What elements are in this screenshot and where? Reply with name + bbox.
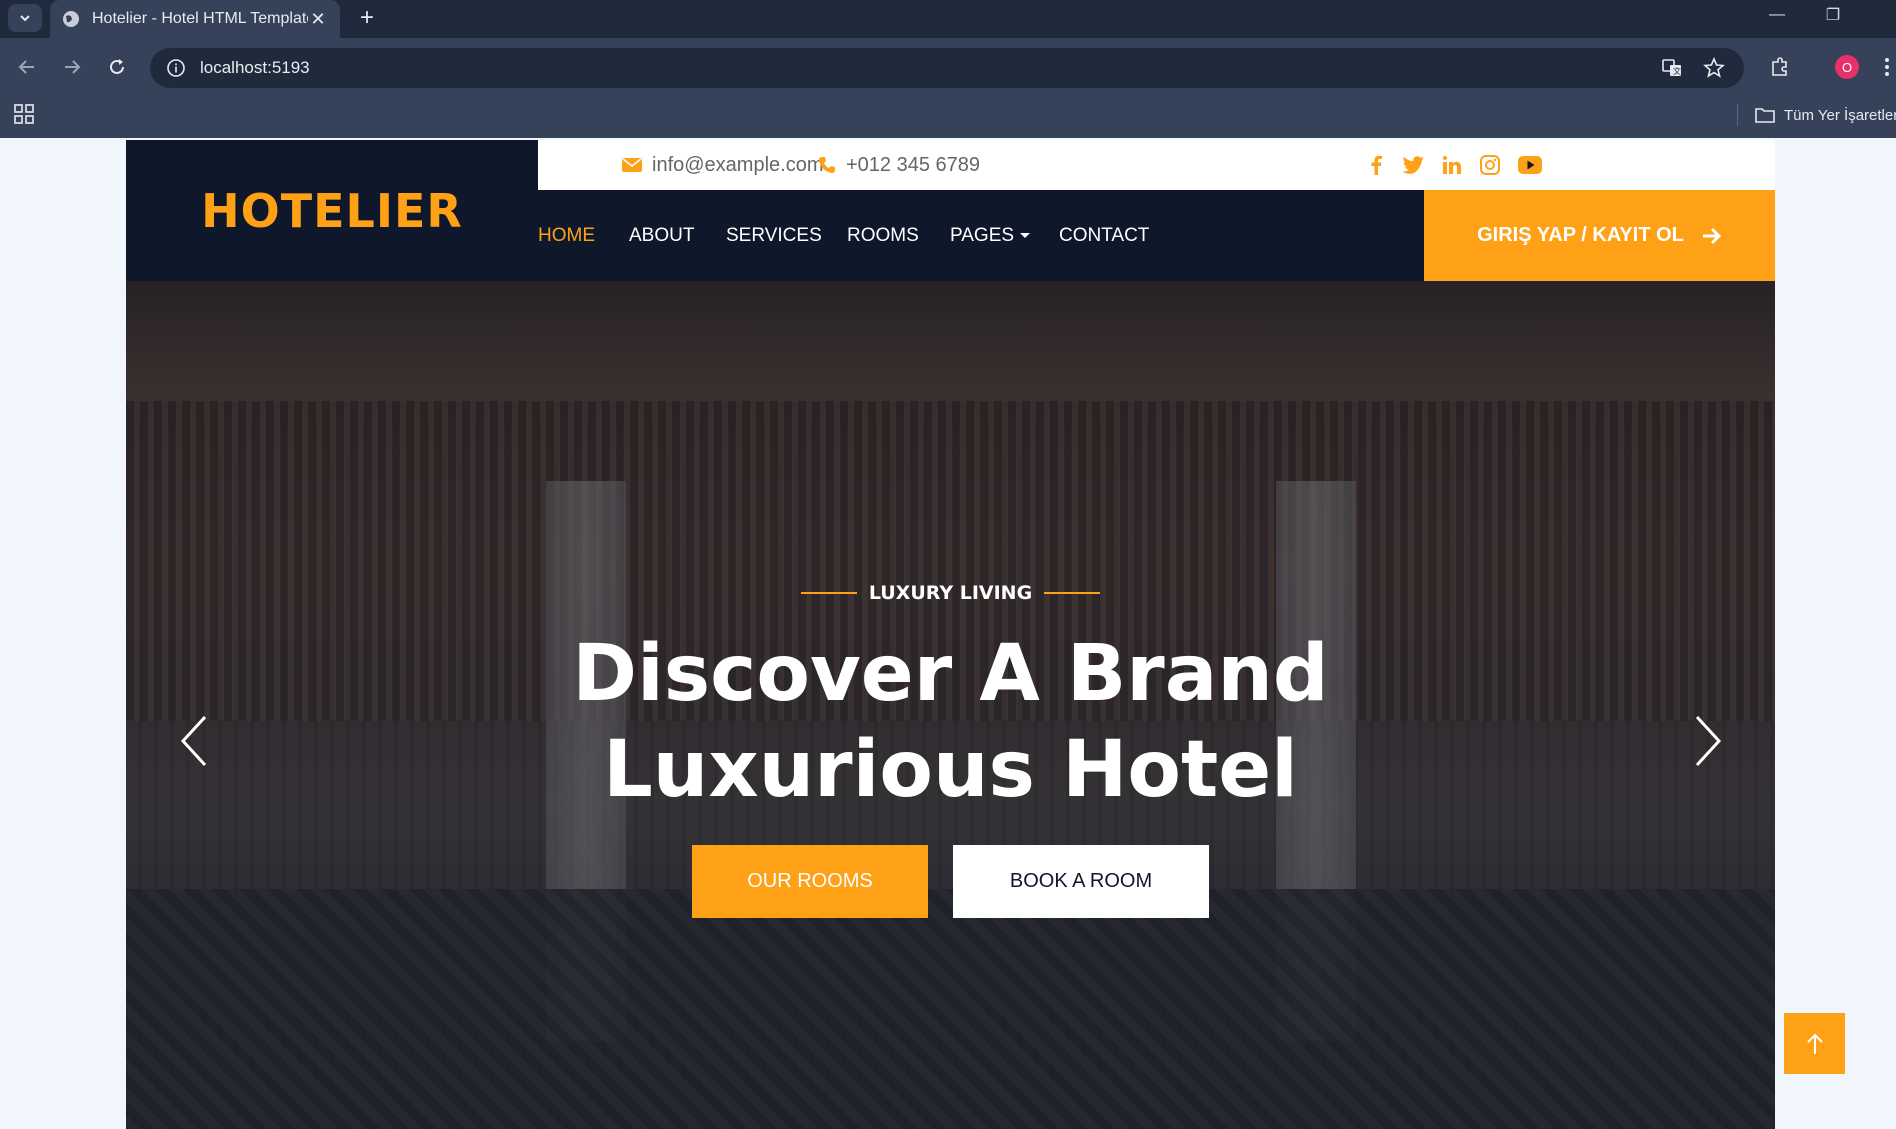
- login-register-label: GIRIŞ YAP / KAYIT OL: [1477, 224, 1684, 246]
- forward-button[interactable]: [55, 50, 89, 84]
- hero-kicker: Luxury Living: [126, 582, 1775, 604]
- phone-text: +012 345 6789: [846, 153, 981, 176]
- folder-icon: [1755, 108, 1775, 123]
- envelope-icon: [622, 158, 642, 172]
- twitter-icon[interactable]: [1401, 153, 1425, 177]
- bookmarks-separator: [1737, 104, 1738, 126]
- phone-icon: [819, 157, 835, 173]
- nav-pages-label: Pages: [950, 224, 1015, 246]
- linkedin-icon[interactable]: [1440, 153, 1464, 177]
- globe-icon: [63, 11, 79, 27]
- back-button[interactable]: [10, 50, 44, 84]
- logo-area: HOTELIER: [126, 140, 538, 281]
- carousel-next-button[interactable]: [1686, 711, 1730, 771]
- profile-avatar[interactable]: O: [1835, 55, 1859, 79]
- tab-search-button[interactable]: [8, 4, 42, 32]
- close-tab-icon[interactable]: ✕: [308, 9, 328, 30]
- svg-text:文: 文: [1673, 66, 1681, 76]
- arrow-up-icon: [1806, 1033, 1823, 1054]
- arrow-left-icon: [18, 60, 34, 74]
- new-tab-button[interactable]: +: [352, 4, 382, 32]
- site-info-icon[interactable]: [166, 58, 186, 78]
- hotel-site: HOTELIER info@example.com +012 345 6789: [126, 140, 1775, 1129]
- hero-title-line-1: Discover A Brand: [572, 629, 1329, 719]
- bookmark-star-icon[interactable]: [1700, 54, 1728, 82]
- minimize-button[interactable]: —: [1754, 0, 1800, 30]
- all-bookmarks-button[interactable]: Tüm Yer İşaretleri: [1754, 102, 1896, 128]
- url-text: localhost:5193: [200, 58, 310, 77]
- extensions-icon[interactable]: [1765, 52, 1795, 82]
- nav-pages-dropdown[interactable]: Pages: [950, 190, 1031, 281]
- menu-kebab-icon[interactable]: [1878, 52, 1896, 82]
- arrow-right-icon: [1702, 227, 1721, 244]
- email-contact[interactable]: info@example.com: [622, 140, 823, 190]
- browser-tab-bar: Hotelier - Hotel HTML Template ✕ + — ❐: [0, 0, 1896, 38]
- login-register-button[interactable]: GIRIŞ YAP / KAYIT OL: [1424, 190, 1775, 281]
- page-viewport: HOTELIER info@example.com +012 345 6789: [0, 138, 1896, 1129]
- tab-title: Hotelier - Hotel HTML Template: [92, 10, 308, 27]
- nav-rooms[interactable]: Rooms: [847, 190, 919, 281]
- carousel-prev-button[interactable]: [172, 711, 216, 771]
- hero-carousel: Luxury Living Discover A Brand Luxurious…: [126, 281, 1775, 1129]
- hero-title: Discover A Brand Luxurious Hotel: [126, 626, 1775, 818]
- browser-toolbar: localhost:5193 文 O Tüm Yer İşaretleri: [0, 38, 1896, 138]
- nav-about[interactable]: About: [629, 190, 694, 281]
- nav-contact[interactable]: Contact: [1059, 190, 1149, 281]
- chevron-left-icon: [180, 715, 207, 767]
- browser-tab[interactable]: Hotelier - Hotel HTML Template ✕: [50, 0, 340, 38]
- caret-down-icon: [1020, 233, 1031, 238]
- hero-title-line-2: Luxurious Hotel: [603, 725, 1298, 815]
- hero-kicker-text: Luxury Living: [868, 582, 1033, 604]
- bookmarks-label: Tüm Yer İşaretleri: [1784, 106, 1896, 124]
- chevron-down-icon: [20, 15, 30, 22]
- nav-services[interactable]: Services: [726, 190, 822, 281]
- facebook-icon[interactable]: [1364, 153, 1388, 177]
- reload-icon: [110, 59, 124, 74]
- email-text: info@example.com: [652, 153, 824, 176]
- site-logo[interactable]: HOTELIER: [201, 184, 463, 238]
- restore-button[interactable]: ❐: [1810, 0, 1856, 30]
- reload-button[interactable]: [100, 50, 134, 84]
- address-bar[interactable]: localhost:5193 文: [150, 48, 1744, 88]
- apps-grid-icon[interactable]: [12, 102, 36, 126]
- contact-topbar: info@example.com +012 345 6789: [538, 140, 1775, 190]
- phone-contact[interactable]: +012 345 6789: [818, 140, 980, 190]
- book-a-room-button[interactable]: Book A Room: [953, 845, 1209, 918]
- kicker-line-right: [1044, 592, 1101, 594]
- nav-home[interactable]: Home: [538, 190, 595, 281]
- translate-icon[interactable]: 文: [1658, 54, 1686, 82]
- kicker-line-left: [800, 592, 857, 594]
- instagram-icon[interactable]: [1478, 153, 1502, 177]
- chevron-right-icon: [1695, 715, 1722, 767]
- back-to-top-button[interactable]: [1784, 1013, 1845, 1074]
- our-rooms-button[interactable]: Our Rooms: [692, 845, 928, 918]
- arrow-right-icon: [65, 60, 81, 74]
- youtube-icon[interactable]: [1516, 153, 1544, 177]
